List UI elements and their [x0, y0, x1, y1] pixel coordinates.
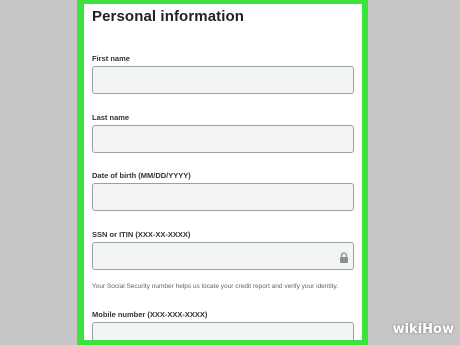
wikihow-watermark: wikiHow — [393, 322, 454, 337]
watermark-how: How — [422, 322, 454, 337]
last-name-input[interactable] — [92, 125, 354, 153]
mobile-number-input[interactable] — [92, 322, 354, 340]
form-title: Personal information — [92, 8, 245, 25]
lock-icon — [340, 252, 348, 263]
first-name-label: First name — [92, 54, 130, 63]
date-of-birth-input[interactable] — [92, 183, 354, 211]
personal-information-form: Personal information First name Last nam… — [84, 4, 362, 340]
date-of-birth-label: Date of birth (MM/DD/YYYY) — [92, 171, 191, 180]
ssn-input[interactable] — [92, 242, 354, 270]
ssn-help-text: Your Social Security number helps us loc… — [92, 283, 339, 290]
mobile-number-label: Mobile number (XXX-XXX-XXXX) — [92, 310, 208, 319]
watermark-wiki: wiki — [392, 322, 423, 337]
ssn-label: SSN or ITIN (XXX-XX-XXXX) — [92, 230, 191, 239]
first-name-input[interactable] — [92, 66, 354, 94]
last-name-label: Last name — [92, 113, 130, 122]
